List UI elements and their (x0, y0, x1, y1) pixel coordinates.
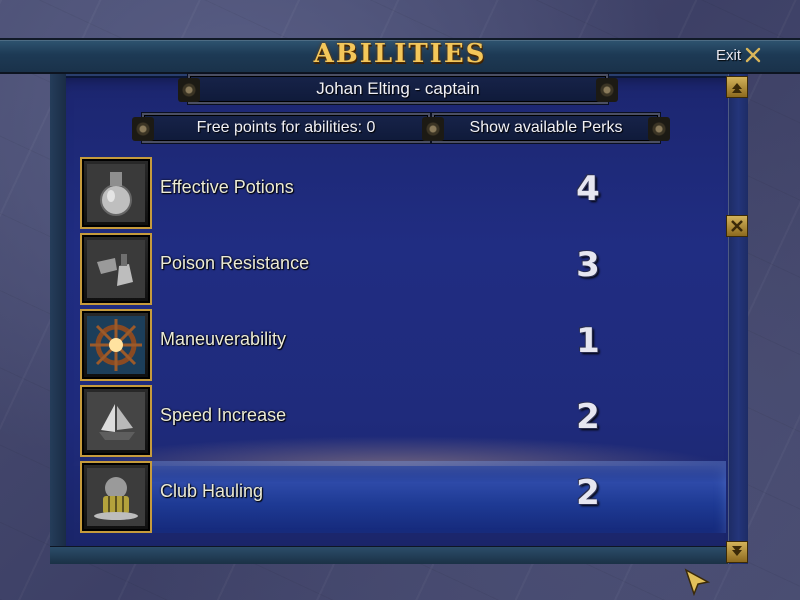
ability-level: 1 (576, 321, 600, 361)
ability-row[interactable]: Poison Resistance 3 (80, 233, 726, 305)
ability-name: Speed Increase (160, 405, 287, 425)
plate-ornament-left (132, 117, 154, 141)
chevron-down-icon (732, 546, 742, 556)
show-perks-button[interactable]: Show available Perks (422, 113, 670, 143)
poison-flask-icon (87, 240, 145, 298)
scrollbar-track[interactable] (728, 74, 748, 564)
exit-label: Exit (716, 46, 742, 64)
ability-icon-frame (80, 309, 152, 381)
ability-row[interactable]: Speed Increase 2 (80, 385, 726, 457)
ability-name: Poison Resistance (160, 253, 310, 273)
chevron-up-icon (732, 83, 742, 93)
ability-icon-frame (80, 385, 152, 457)
mouse-cursor-icon (684, 568, 711, 596)
ship-wheel-icon (87, 316, 145, 374)
character-name: Johan Elting - captain (316, 79, 480, 98)
ability-icon-frame (80, 233, 152, 305)
ability-level: 4 (576, 169, 600, 209)
close-icon (745, 47, 761, 63)
plate-ornament-right (648, 117, 670, 141)
ability-name: Effective Potions (160, 177, 294, 197)
ability-icon-frame (80, 461, 152, 533)
character-name-plate: Johan Elting - captain (178, 74, 618, 104)
panel-frame-left (50, 74, 66, 564)
ability-row[interactable]: Maneuverability 1 (80, 309, 726, 381)
ability-level: 3 (576, 245, 600, 285)
free-points-label: Free points for abilities: 0 (196, 119, 376, 136)
page-title: ABILITIES (313, 39, 487, 69)
ability-name: Maneuverability (160, 329, 287, 349)
sailing-ship-icon (87, 392, 145, 450)
scroll-thumb-icon (731, 220, 743, 232)
exit-button[interactable]: Exit (716, 44, 763, 66)
ability-name: Club Hauling (160, 481, 264, 501)
scroll-up-button[interactable] (726, 76, 748, 98)
plate-ornament-left (178, 78, 200, 102)
ability-level: 2 (576, 473, 600, 513)
plate-ornament-left (422, 117, 444, 141)
ability-icon-frame (80, 157, 152, 229)
plate-ornament-right (596, 78, 618, 102)
ability-level: 2 (576, 397, 600, 437)
anchor-chain-icon (87, 468, 145, 526)
show-perks-label: Show available Perks (469, 119, 623, 136)
ability-row[interactable]: Effective Potions 4 (80, 157, 726, 229)
panel-frame-bottom (50, 546, 748, 564)
scroll-thumb[interactable] (726, 215, 748, 237)
scroll-down-button[interactable] (726, 541, 748, 563)
ability-row-selected[interactable]: Club Hauling 2 (80, 461, 726, 533)
free-points-plate: Free points for abilities: 0 (132, 113, 430, 143)
potion-flask-icon (87, 164, 145, 222)
